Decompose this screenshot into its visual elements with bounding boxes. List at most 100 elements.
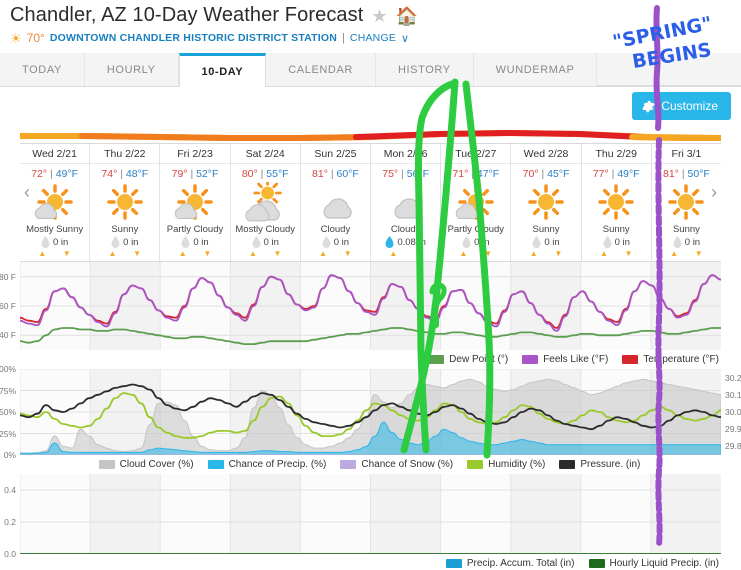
legend-item[interactable]: Feels Like (°F) <box>522 354 608 365</box>
legend-item[interactable]: Hourly Liquid Precip. (in) <box>588 558 719 569</box>
forecast-card[interactable]: Wed 2/21 72° | 49°F Mostly Sunny 0 in ▲ ▼ <box>20 144 91 261</box>
card-temps: 81° | 50°F <box>663 168 710 180</box>
legend-item[interactable]: Humidity (%) <box>467 459 545 470</box>
main-nav-tabs: TODAY HOURLY 10-DAY CALENDAR HISTORY WUN… <box>0 53 741 87</box>
card-trend-arrows: ▲ ▼ <box>582 248 651 258</box>
trend-down-icon: ▼ <box>694 249 703 258</box>
legend-label: Temperature (°F) <box>643 354 719 365</box>
legend-swatch <box>622 355 639 364</box>
trend-down-icon: ▼ <box>133 249 142 258</box>
change-station-link[interactable]: CHANGE <box>350 32 396 44</box>
card-precip: 0 in <box>160 236 229 248</box>
forecast-card[interactable]: Thu 2/22 74° | 48°F Sunny 0 in ▲ ▼ <box>90 144 161 261</box>
droplet-icon <box>322 236 331 248</box>
card-precip: 0 in <box>652 236 721 248</box>
card-condition: Sunny <box>111 224 139 235</box>
card-low: 45°F <box>547 168 570 180</box>
star-icon[interactable]: ★ <box>371 7 387 25</box>
legend-label: Chance of Snow (%) <box>361 459 454 470</box>
forecast-card[interactable]: Tue 2/27 71° | 47°F Partly Cloudy 0 in ▲… <box>441 144 512 261</box>
card-trend-arrows: ▲ ▼ <box>20 248 89 258</box>
tab-calendar[interactable]: CALENDAR <box>266 53 376 86</box>
legend-swatch <box>207 460 224 469</box>
trend-up-icon: ▲ <box>248 249 257 258</box>
card-high: 79° <box>171 168 188 180</box>
card-precip: 0 in <box>441 236 510 248</box>
card-condition: Mostly Sunny <box>26 224 84 235</box>
droplet-icon <box>111 236 120 248</box>
legend-item[interactable]: Chance of Snow (%) <box>340 459 453 470</box>
customize-bar: Customize <box>0 87 741 129</box>
temperature-chart[interactable]: 80 F 60 F 40 F <box>0 262 721 350</box>
station-link[interactable]: DOWNTOWN CHANDLER HISTORIC DISTRICT STAT… <box>50 32 337 44</box>
tab-history[interactable]: HISTORY <box>375 53 474 86</box>
forecast-card[interactable]: Sun 2/25 81° | 60°F Cloudy 0 in ▲ ▼ <box>300 144 372 261</box>
card-precip: 0 in <box>511 236 580 248</box>
temperature-strip <box>20 129 721 143</box>
y-axis-tick-right: 30.2 <box>725 372 741 383</box>
legend-swatch <box>467 460 484 469</box>
trend-down-icon: ▼ <box>554 249 563 258</box>
tab-hourly[interactable]: HOURLY <box>84 53 179 86</box>
legend-item[interactable]: Cloud Cover (%) <box>98 459 194 470</box>
tab-wundermap[interactable]: WUNDERMAP <box>473 53 598 86</box>
legend-label: Precip. Accum. Total (in) <box>466 558 575 569</box>
tab-today[interactable]: TODAY <box>0 53 85 86</box>
home-icon[interactable]: 🏠 <box>396 7 418 25</box>
card-precip-value: 0 in <box>333 236 350 248</box>
card-temps: 74° | 48°F <box>101 168 149 180</box>
legend-swatch <box>588 559 605 568</box>
legend-item[interactable]: Dew Point (°) <box>428 354 508 365</box>
sun-behind-cloud-icon <box>441 182 510 224</box>
legend-swatch <box>340 460 357 469</box>
droplet-icon <box>181 236 190 248</box>
legend-item[interactable]: Chance of Precip. (%) <box>207 459 327 470</box>
card-low: 49°F <box>617 168 640 180</box>
card-temps: 80° | 55°F <box>241 168 289 180</box>
legend-item[interactable]: Pressure. (in) <box>559 459 640 470</box>
legend-label: Humidity (%) <box>488 459 546 470</box>
droplet-icon <box>673 236 682 248</box>
card-trend-arrows: ▲ ▼ <box>160 248 229 258</box>
card-precip: 0 in <box>90 236 159 248</box>
legend-label: Chance of Precip. (%) <box>228 459 327 470</box>
precip-chart-legend: Precip. Accum. Total (in) Hourly Liquid P… <box>20 554 721 570</box>
card-condition: Cloudy <box>390 224 421 235</box>
card-temps: 71° | 47°F <box>452 168 500 180</box>
card-date: Tue 2/27 <box>441 148 511 164</box>
droplet-icon <box>462 236 471 248</box>
chevron-down-icon[interactable]: ∨ <box>401 32 409 45</box>
forecast-card[interactable]: Thu 2/29 77° | 49°F Sunny 0 in ▲ ▼ <box>581 144 652 261</box>
forecast-card[interactable]: Sat 2/24 80° | 55°F Mostly Cloudy 0 in ▲… <box>230 144 301 261</box>
humidity-cloud-chart[interactable]: 100% 75% 50% 25% 0% 30.2 30.1 30.0 29.9 29.8 <box>0 364 741 460</box>
forecast-card[interactable]: Fri 2/23 79° | 52°F Partly Cloudy 0 in ▲… <box>160 144 231 261</box>
card-precip-value: 0 in <box>544 236 560 248</box>
forecast-card[interactable]: Mon 2/26 75° | 56°F Cloudy 0.08 in ▲ ▼ <box>371 144 442 261</box>
legend-item[interactable]: Temperature (°F) <box>622 354 719 365</box>
next-days-arrow[interactable]: › <box>711 182 717 203</box>
temperature-strip-graphic <box>20 129 721 141</box>
card-high: 74° <box>101 168 118 180</box>
customize-button[interactable]: Customize <box>632 92 731 120</box>
legend-swatch <box>522 355 539 364</box>
droplet-icon <box>385 236 394 248</box>
legend-label: Pressure. (in) <box>580 459 641 470</box>
card-precip-value: 0 in <box>52 236 69 248</box>
precip-accum-chart[interactable]: 0.4 0.2 0.0 <box>4 474 721 559</box>
droplet-icon <box>532 236 541 248</box>
card-date: Thu 2/22 <box>90 148 160 164</box>
legend-label: Cloud Cover (%) <box>119 459 194 470</box>
legend-item[interactable]: Precip. Accum. Total (in) <box>445 558 575 569</box>
station-row: ☀ 70° DOWNTOWN CHANDLER HISTORIC DISTRIC… <box>10 31 731 45</box>
card-temps: 77° | 49°F <box>592 168 640 180</box>
prev-days-arrow[interactable]: ‹ <box>24 182 30 203</box>
forecast-card[interactable]: Wed 2/28 70° | 45°F Sunny 0 in ▲ ▼ <box>511 144 582 261</box>
sun-icon: ☀ <box>10 30 22 46</box>
y-axis-tick: 60 F <box>0 301 16 311</box>
sun-icon <box>511 182 580 224</box>
trend-down-icon: ▼ <box>413 249 422 258</box>
card-low: 56°F <box>406 168 429 180</box>
y-axis-tick: 0.4 <box>4 485 16 495</box>
legend-swatch <box>428 355 445 364</box>
tab-10-day[interactable]: 10-DAY <box>178 53 267 87</box>
